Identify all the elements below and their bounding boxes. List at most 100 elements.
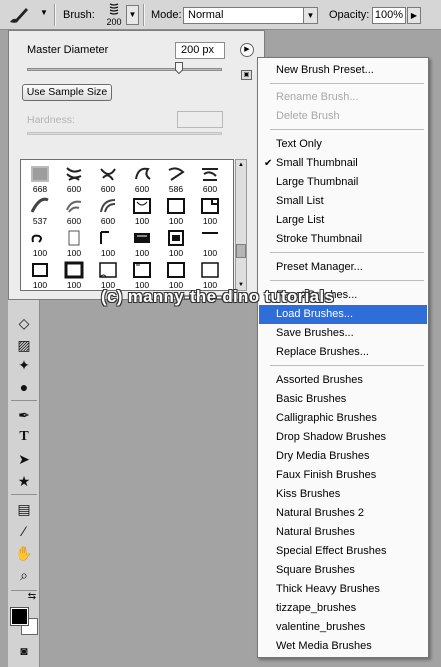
brush-size-label: 100	[168, 216, 184, 226]
brush-tip-icon	[100, 168, 116, 181]
brush-thumbnail[interactable]: 100	[127, 259, 157, 290]
menu-item-text-only[interactable]: Text Only	[259, 135, 427, 154]
brush-thumbnail[interactable]: 600	[195, 163, 225, 194]
menu-item-brush-set[interactable]: Square Brushes	[259, 561, 427, 580]
brush-thumbnail[interactable]: 100	[93, 259, 123, 290]
brush-tip-icon	[32, 263, 48, 277]
menu-item-save-brushes[interactable]: Save Brushes...	[259, 324, 427, 343]
brush-thumbnail[interactable]: 586	[161, 163, 191, 194]
hand-tool-icon[interactable]: ✋	[13, 544, 35, 562]
eraser-tool-icon[interactable]: ◇	[13, 314, 35, 332]
menu-item-large-list[interactable]: Large List	[259, 211, 427, 230]
brush-thumbnail[interactable]: 600	[93, 163, 123, 194]
brush-thumbnail[interactable]: 537	[25, 195, 55, 226]
menu-item-stroke-thumbnail[interactable]: Stroke Thumbnail	[259, 230, 427, 249]
eyedropper-tool-icon[interactable]: ⁄	[13, 522, 35, 540]
brush-tip-icon	[30, 197, 49, 213]
menu-item-brush-set[interactable]: Natural Brushes	[259, 523, 427, 542]
gradient-tool-icon[interactable]: ▨	[13, 336, 35, 354]
menu-item-brush-set[interactable]: Assorted Brushes	[259, 371, 427, 390]
brush-thumbnail[interactable]: 100	[59, 227, 89, 258]
toolbox: ◇ ▨ ✦ ● ✒ T ➤ ★ ▤ ⁄ ✋ ⌕ ⇆ ◙	[8, 300, 40, 667]
brush-size-label: 600	[66, 216, 82, 226]
notes-tool-icon[interactable]: ▤	[13, 500, 35, 518]
use-sample-size-button[interactable]: Use Sample Size	[22, 84, 112, 101]
brush-thumbnail[interactable]: 600	[93, 195, 123, 226]
brush-tip-icon	[31, 166, 49, 182]
zoom-tool-icon[interactable]: ⌕	[13, 566, 35, 584]
brush-thumbnail[interactable]: 100	[195, 227, 225, 258]
menu-item-brush-set[interactable]: Basic Brushes	[259, 390, 427, 409]
brush-picker-dropdown[interactable]: ▼	[126, 5, 139, 25]
menu-item-small-thumbnail[interactable]: ✔ Small Thumbnail	[259, 154, 427, 173]
brush-grid-scrollbar[interactable]: ▲ ▼	[235, 159, 247, 291]
menu-item-preset-manager[interactable]: Preset Manager...	[259, 258, 427, 277]
menu-item-brush-set[interactable]: tizzape_brushes	[259, 599, 427, 618]
master-diameter-slider[interactable]	[27, 68, 222, 71]
brush-size-label: 100	[134, 248, 150, 258]
menu-item-brush-set[interactable]: Faux Finish Brushes	[259, 466, 427, 485]
path-selection-tool-icon[interactable]: ➤	[13, 450, 35, 468]
menu-item-load-brushes[interactable]: Load Brushes...	[259, 305, 427, 324]
brush-thumbnail[interactable]: 100	[161, 227, 191, 258]
brush-thumbnail[interactable]: 100	[127, 227, 157, 258]
scrollbar-handle[interactable]	[236, 244, 246, 258]
menu-item-delete-brush[interactable]: Delete Brush	[259, 107, 427, 126]
brush-preview[interactable]: 200	[103, 2, 125, 28]
brush-thumbnail[interactable]: 100	[25, 259, 55, 290]
opacity-dropdown[interactable]: ▶	[407, 7, 421, 24]
brush-thumbnail[interactable]: 100	[161, 259, 191, 290]
menu-item-brush-set[interactable]: Natural Brushes 2	[259, 504, 427, 523]
brush-tip-icon	[202, 168, 218, 181]
options-bar: ▼ Brush: 200 ▼ Mode: Normal ▼ Opacity: 1…	[0, 0, 441, 30]
type-tool-icon[interactable]: T	[13, 428, 35, 446]
menu-item-brush-set[interactable]: Kiss Brushes	[259, 485, 427, 504]
menu-item-large-thumbnail[interactable]: Large Thumbnail	[259, 173, 427, 192]
menu-item-new-brush-preset[interactable]: New Brush Preset...	[259, 61, 427, 80]
master-diameter-input[interactable]: 200 px	[175, 42, 225, 59]
mode-select[interactable]: Normal ▼	[183, 7, 318, 24]
brush-tool-icon[interactable]	[6, 5, 32, 25]
brush-thumbnail[interactable]: 600	[59, 195, 89, 226]
tool-preset-dropdown-icon[interactable]: ▼	[40, 8, 48, 17]
quick-mask-icon[interactable]: ◙	[13, 642, 35, 660]
brush-thumbnail[interactable]: 100	[59, 259, 89, 290]
blur-tool-icon[interactable]: ✦	[13, 356, 35, 374]
brush-thumbnail[interactable]: 100	[25, 227, 55, 258]
brush-size-label: 600	[100, 216, 116, 226]
foreground-color-swatch[interactable]	[10, 607, 29, 626]
scroll-up-icon[interactable]: ▲	[236, 160, 246, 170]
opacity-input[interactable]: 100%	[372, 7, 406, 24]
brush-thumbnail[interactable]: 100	[195, 195, 225, 226]
menu-item-small-list[interactable]: Small List	[259, 192, 427, 211]
swap-colors-icon[interactable]: ⇆	[25, 588, 39, 606]
brush-size-label: 100	[134, 216, 150, 226]
dodge-tool-icon[interactable]: ●	[13, 378, 35, 396]
pen-tool-icon[interactable]: ✒	[13, 406, 35, 424]
menu-item-brush-set[interactable]: Drop Shadow Brushes	[259, 428, 427, 447]
brush-thumbnail[interactable]: 100	[195, 259, 225, 290]
custom-shape-tool-icon[interactable]: ★	[13, 472, 35, 490]
menu-item-rename-brush[interactable]: Rename Brush...	[259, 88, 427, 107]
menu-item-brush-set[interactable]: valentine_brushes	[259, 618, 427, 637]
brush-tip-icon	[135, 167, 151, 180]
brush-tip-icon	[66, 167, 82, 181]
menu-item-brush-set[interactable]: Dry Media Brushes	[259, 447, 427, 466]
menu-item-replace-brushes[interactable]: Replace Brushes...	[259, 343, 427, 362]
hardness-label: Hardness:	[27, 114, 75, 126]
save-preset-icon[interactable]: ▣	[241, 70, 252, 80]
menu-item-brush-set[interactable]: Thick Heavy Brushes	[259, 580, 427, 599]
slider-thumb-icon[interactable]	[175, 62, 184, 74]
panel-menu-button[interactable]: ▶	[240, 43, 254, 57]
brush-thumbnail[interactable]: 100	[161, 195, 191, 226]
brush-thumbnail[interactable]: 100	[127, 195, 157, 226]
menu-item-brush-set[interactable]: Wet Media Brushes	[259, 637, 427, 656]
menu-item-brush-set[interactable]: Special Effect Brushes	[259, 542, 427, 561]
brush-thumbnail[interactable]: 668	[25, 163, 55, 194]
brush-thumbnail[interactable]: 600	[59, 163, 89, 194]
brush-thumbnail[interactable]: 600	[127, 163, 157, 194]
chevron-down-icon: ▼	[303, 8, 317, 23]
brush-thumbnail[interactable]: 100	[93, 227, 123, 258]
brush-tip-icon	[100, 231, 109, 244]
menu-item-brush-set[interactable]: Calligraphic Brushes	[259, 409, 427, 428]
